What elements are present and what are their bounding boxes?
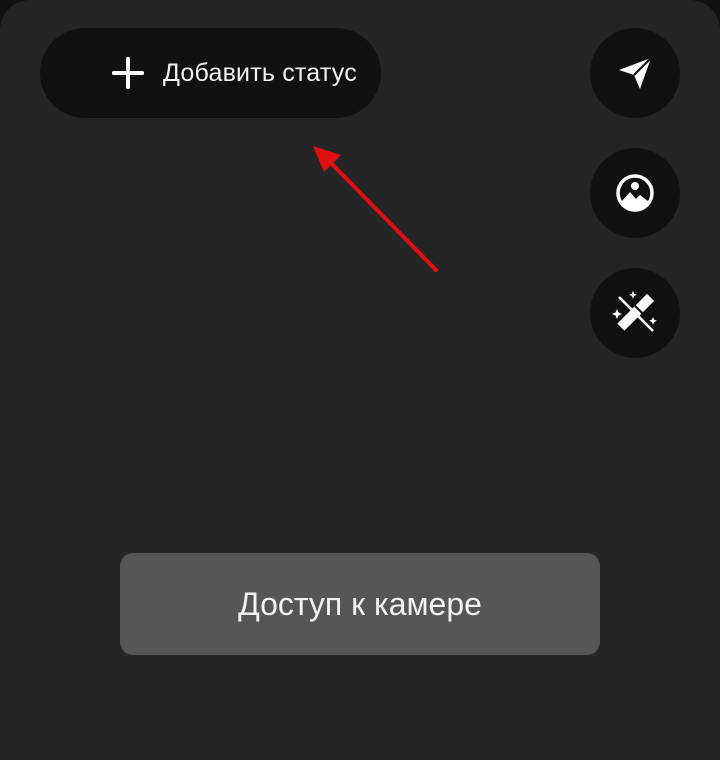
effects-button[interactable] bbox=[590, 268, 680, 358]
image-icon bbox=[616, 174, 654, 212]
camera-access-label: Доступ к камере bbox=[238, 585, 482, 622]
status-camera-panel: Добавить статус Доступ к камере bbox=[0, 0, 720, 760]
plus-icon bbox=[112, 57, 144, 89]
gallery-button[interactable] bbox=[590, 148, 680, 238]
send-button[interactable] bbox=[590, 28, 680, 118]
add-status-label: Добавить статус bbox=[163, 59, 357, 87]
add-status-button[interactable]: Добавить статус bbox=[40, 28, 381, 118]
magic-wand-icon bbox=[612, 291, 657, 332]
camera-access-button[interactable]: Доступ к камере bbox=[120, 553, 600, 655]
send-icon bbox=[619, 57, 652, 89]
